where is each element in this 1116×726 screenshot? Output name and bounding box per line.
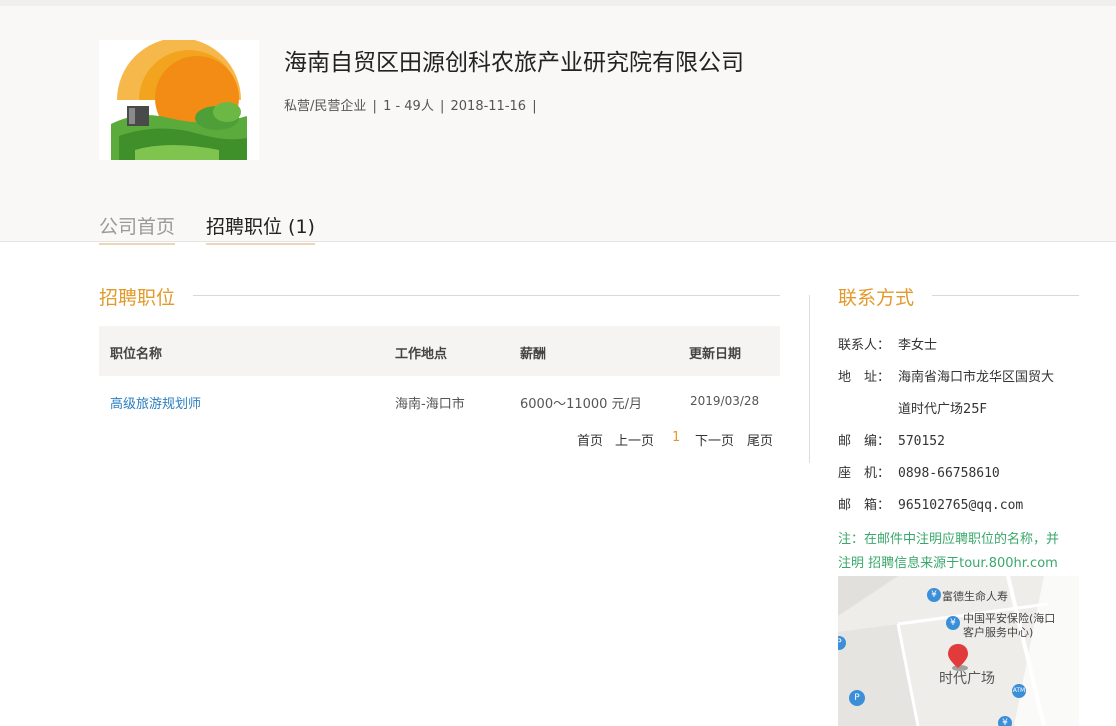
tab-jobs[interactable]: 招聘职位 (1) [206, 212, 315, 245]
column-header-title: 职位名称 [110, 347, 163, 362]
column-divider [809, 295, 810, 463]
meta-separator: | [439, 99, 445, 114]
contact-zipcode-value: 570152 [898, 434, 945, 449]
company-logo [99, 40, 259, 160]
job-update-date: 2019/03/28 [690, 394, 760, 408]
pager-current-page: 1 [672, 430, 681, 445]
tab-company-home[interactable]: 公司首页 [99, 212, 176, 245]
contact-label: 座 机： [838, 466, 891, 481]
contact-email-value[interactable]: 965102765@qq.com [898, 498, 1023, 513]
map-poi-label: 富德生命人寿 [942, 590, 1008, 603]
insurance-poi-icon[interactable]: ¥ [946, 616, 960, 630]
pager-prev[interactable]: 上一页 [615, 430, 654, 449]
application-note: 注：在邮件中注明应聘职位的名称，并 注明 招聘信息来源于tour.800hr.c… [838, 528, 1083, 576]
contact-address: 地 址： 海南省海口市龙华区国贸大 [838, 366, 1054, 385]
table-row: 高级旅游规划师 海南-海口市 6000～11000 元/月 2019/03/28 [99, 376, 780, 426]
company-type: 私营/民营企业 [284, 99, 367, 114]
parking-icon[interactable]: P [849, 690, 865, 706]
column-header-date: 更新日期 [689, 347, 742, 362]
contact-section-title: 联系方式 [838, 287, 915, 309]
contact-zipcode: 邮 编： 570152 [838, 430, 945, 449]
contact-label: 邮 箱： [838, 498, 891, 513]
pager-last[interactable]: 尾页 [747, 430, 773, 449]
contact-phone: 座 机： 0898-66758610 [838, 462, 1000, 481]
section-divider [193, 295, 780, 296]
note-line: 注：在邮件中注明应聘职位的名称，并 [838, 532, 1060, 547]
job-location: 海南-海口市 [395, 397, 465, 412]
contact-address-value: 海南省海口市龙华区国贸大 [898, 370, 1055, 385]
column-header-salary: 薪酬 [520, 347, 547, 362]
pager-next[interactable]: 下一页 [695, 430, 734, 449]
contact-person-value: 李女士 [898, 338, 938, 353]
contact-label: 联系人： [838, 338, 891, 353]
column-header-location: 工作地点 [395, 347, 448, 362]
jobs-table-header: 职位名称 工作地点 薪酬 更新日期 [99, 326, 780, 376]
contact-phone-value: 0898-66758610 [898, 466, 1000, 481]
contact-email: 邮 箱： 965102765@qq.com [838, 494, 1023, 513]
job-salary: 6000～11000 元/月 [520, 397, 642, 412]
meta-separator: | [372, 99, 377, 114]
jobs-section-title: 招聘职位 [99, 287, 176, 309]
company-founded: 2018-11-16 [450, 99, 527, 114]
map-poi-label: 客户服务中心) [963, 626, 1034, 639]
contact-address-line2: 道时代广场25F [898, 402, 988, 417]
map-plaza-label: 时代广场 [939, 671, 995, 687]
insurance-poi-icon[interactable]: ¥ [927, 588, 941, 602]
note-line: 注明 招聘信息来源于tour.800hr.com [838, 556, 1058, 571]
company-size: 1 - 49人 [383, 99, 434, 114]
section-divider [932, 295, 1079, 296]
job-title-link[interactable]: 高级旅游规划师 [110, 393, 201, 412]
contact-label: 邮 编： [838, 434, 891, 449]
contact-label: 地 址： [838, 370, 891, 385]
atm-icon[interactable]: ATM [1012, 684, 1026, 698]
meta-separator: | [532, 99, 537, 114]
location-map[interactable]: ¥ 富德生命人寿 ¥ 中国平安保险(海口 客户服务中心) P P ATM ¥ 时… [838, 576, 1079, 726]
pager-first[interactable]: 首页 [577, 430, 603, 449]
company-meta: 私营/民营企业 | 1 - 49人 | 2018-11-16 | [284, 95, 539, 114]
contact-person: 联系人： 李女士 [838, 334, 937, 353]
company-name: 海南自贸区田源创科农旅产业研究院有限公司 [284, 50, 744, 76]
insurance-poi-icon[interactable]: ¥ [998, 716, 1012, 726]
